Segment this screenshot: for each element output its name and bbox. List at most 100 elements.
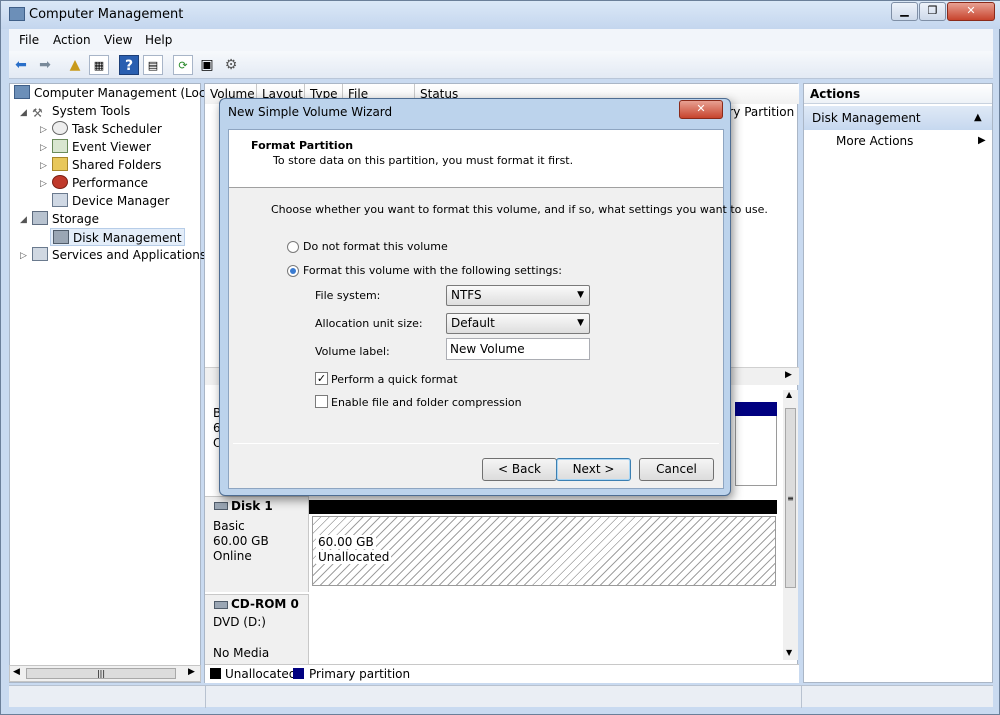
compression-checkbox[interactable] — [315, 395, 328, 408]
properties-icon[interactable]: ▣ — [197, 55, 217, 75]
quick-format-label[interactable]: Perform a quick format — [331, 373, 458, 386]
next-button[interactable]: Next > — [556, 458, 631, 481]
tree-item-system-tools[interactable]: ⚒ System Tools — [32, 102, 130, 120]
dialog-subheading: To store data on this partition, you mus… — [273, 154, 574, 167]
tree-label: System Tools — [52, 104, 131, 118]
dialog-title: New Simple Volume Wizard — [228, 105, 393, 119]
window-title: Computer Management — [29, 7, 184, 22]
help-icon[interactable]: ? — [119, 55, 139, 75]
submenu-arrow-icon[interactable]: ▶ — [978, 135, 986, 146]
file-system-select[interactable]: NTFS ▼ — [446, 285, 590, 306]
menu-action[interactable]: Action — [53, 33, 91, 47]
scroll-right-icon[interactable]: ▶ — [188, 667, 195, 677]
collapse-arrow-icon[interactable]: ▷ — [40, 179, 47, 189]
computer-icon — [14, 85, 30, 99]
performance-icon — [52, 175, 68, 189]
scroll-down-icon[interactable]: ▼ — [786, 648, 792, 657]
back-arrow-icon[interactable]: ⬅ — [11, 55, 31, 75]
status-divider — [801, 686, 802, 708]
legend-unallocated: Unallocated — [225, 667, 297, 681]
legend-primary-swatch — [293, 668, 304, 679]
tree-label: Device Manager — [72, 194, 170, 208]
tree-label: Task Scheduler — [72, 122, 162, 136]
compression-label[interactable]: Enable file and folder compression — [331, 396, 522, 409]
actions-pane: Actions Disk Management ▲ More Actions ▶ — [803, 83, 993, 683]
tree-item-root[interactable]: Computer Management (Local — [14, 84, 216, 102]
event-viewer-icon — [52, 139, 68, 153]
scroll-right-icon[interactable]: ▶ — [785, 370, 792, 380]
tree-horizontal-scrollbar[interactable]: ◀ ||| ▶ — [9, 665, 201, 682]
close-button[interactable]: ✕ — [947, 2, 995, 21]
back-button[interactable]: < Back — [482, 458, 557, 481]
scroll-thumb[interactable]: ≡ — [785, 408, 796, 588]
volume-label-label: Volume label: — [315, 345, 390, 358]
legend-primary: Primary partition — [309, 667, 411, 681]
disk1-unallocated-partition[interactable]: 60.00 GB Unallocated — [312, 516, 776, 586]
actions-section-disk-management[interactable]: Disk Management ▲ — [804, 106, 992, 130]
partition-size: 60.00 GB — [316, 535, 376, 549]
dialog-header: Format Partition To store data on this p… — [229, 130, 723, 188]
scroll-left-icon[interactable]: ◀ — [13, 667, 20, 677]
maximize-button[interactable]: ❐ — [919, 2, 946, 21]
up-folder-icon[interactable]: ▲ — [65, 55, 85, 75]
radio-no-format-label[interactable]: Do not format this volume — [303, 240, 448, 253]
quick-format-checkbox[interactable]: ✓ — [315, 372, 328, 385]
tree-item-services[interactable]: Services and Applications — [32, 246, 206, 264]
storage-icon — [32, 211, 48, 225]
menu-view[interactable]: View — [104, 33, 132, 47]
cancel-button[interactable]: Cancel — [639, 458, 714, 481]
scroll-thumb[interactable]: ||| — [26, 668, 176, 679]
minimize-button[interactable]: ▁ — [891, 2, 918, 21]
menu-file[interactable]: File — [19, 33, 39, 47]
cdrom-info[interactable]: CD-ROM 0 DVD (D:) No Media — [205, 594, 309, 664]
chevron-down-icon: ▼ — [577, 290, 584, 300]
collapse-up-icon[interactable]: ▲ — [974, 106, 982, 130]
allocation-unit-select[interactable]: Default ▼ — [446, 313, 590, 334]
disk0-partition[interactable] — [735, 416, 777, 486]
tree-label: Services and Applications — [52, 248, 207, 262]
radio-format-label[interactable]: Format this volume with the following se… — [303, 264, 562, 277]
legend: Unallocated Primary partition — [205, 664, 799, 683]
tree-item-shared-folders[interactable]: Shared Folders — [52, 156, 161, 174]
more-actions-label: More Actions — [836, 134, 914, 148]
computer-management-icon — [9, 7, 25, 21]
expand-arrow-icon[interactable]: ◢ — [20, 108, 27, 118]
collapse-arrow-icon[interactable]: ▷ — [40, 143, 47, 153]
console-tree: Computer Management (Local ◢ ⚒ System Too… — [9, 83, 216, 683]
expand-arrow-icon[interactable]: ◢ — [20, 215, 27, 225]
tree-item-event-viewer[interactable]: Event Viewer — [52, 138, 151, 156]
scroll-up-icon[interactable]: ▲ — [786, 390, 792, 399]
menu-bar: File Action View Help — [9, 29, 993, 51]
device-manager-icon — [52, 193, 68, 207]
collapse-arrow-icon[interactable]: ▷ — [40, 125, 47, 135]
tree-item-performance[interactable]: Performance — [52, 174, 148, 192]
radio-format[interactable] — [287, 265, 299, 277]
forward-arrow-icon[interactable]: ➡ — [35, 55, 55, 75]
new-simple-volume-wizard: New Simple Volume Wizard ✕ Format Partit… — [219, 98, 768, 496]
disk-tool-icon[interactable]: ⚙ — [221, 55, 241, 75]
show-tree-icon[interactable]: ▦ — [89, 55, 109, 75]
volume-label-input[interactable]: New Volume — [446, 338, 590, 360]
tree-item-task-scheduler[interactable]: Task Scheduler — [52, 120, 162, 138]
dialog-close-button[interactable]: ✕ — [679, 100, 723, 119]
refresh-icon[interactable]: ⟳ — [173, 55, 193, 75]
menu-help[interactable]: Help — [145, 33, 172, 47]
collapse-arrow-icon[interactable]: ▷ — [40, 161, 47, 171]
graphical-view-scrollbar[interactable]: ▲ ≡ ▼ — [783, 390, 798, 660]
show-action-pane-icon[interactable]: ▤ — [143, 55, 163, 75]
title-bar: Computer Management ▁ ❐ ✕ — [1, 1, 1000, 29]
disk1-state: Online — [213, 549, 252, 563]
disk1-name: Disk 1 — [231, 499, 273, 513]
disk1-size: 60.00 GB — [213, 534, 269, 548]
partition-label: Unallocated — [316, 550, 392, 564]
radio-no-format[interactable] — [287, 241, 299, 253]
tree-item-disk-management[interactable]: Disk Management — [50, 228, 185, 246]
dialog-heading: Format Partition — [251, 139, 354, 152]
tree-label: Shared Folders — [72, 158, 162, 172]
tree-item-storage[interactable]: Storage — [32, 210, 99, 228]
tree-item-device-manager[interactable]: Device Manager — [52, 192, 169, 210]
more-actions-item[interactable]: More Actions — [836, 134, 913, 148]
disk1-info[interactable]: Disk 1 Basic 60.00 GB Online — [205, 496, 309, 592]
file-system-value: NTFS — [451, 288, 482, 302]
collapse-arrow-icon[interactable]: ▷ — [20, 251, 27, 261]
